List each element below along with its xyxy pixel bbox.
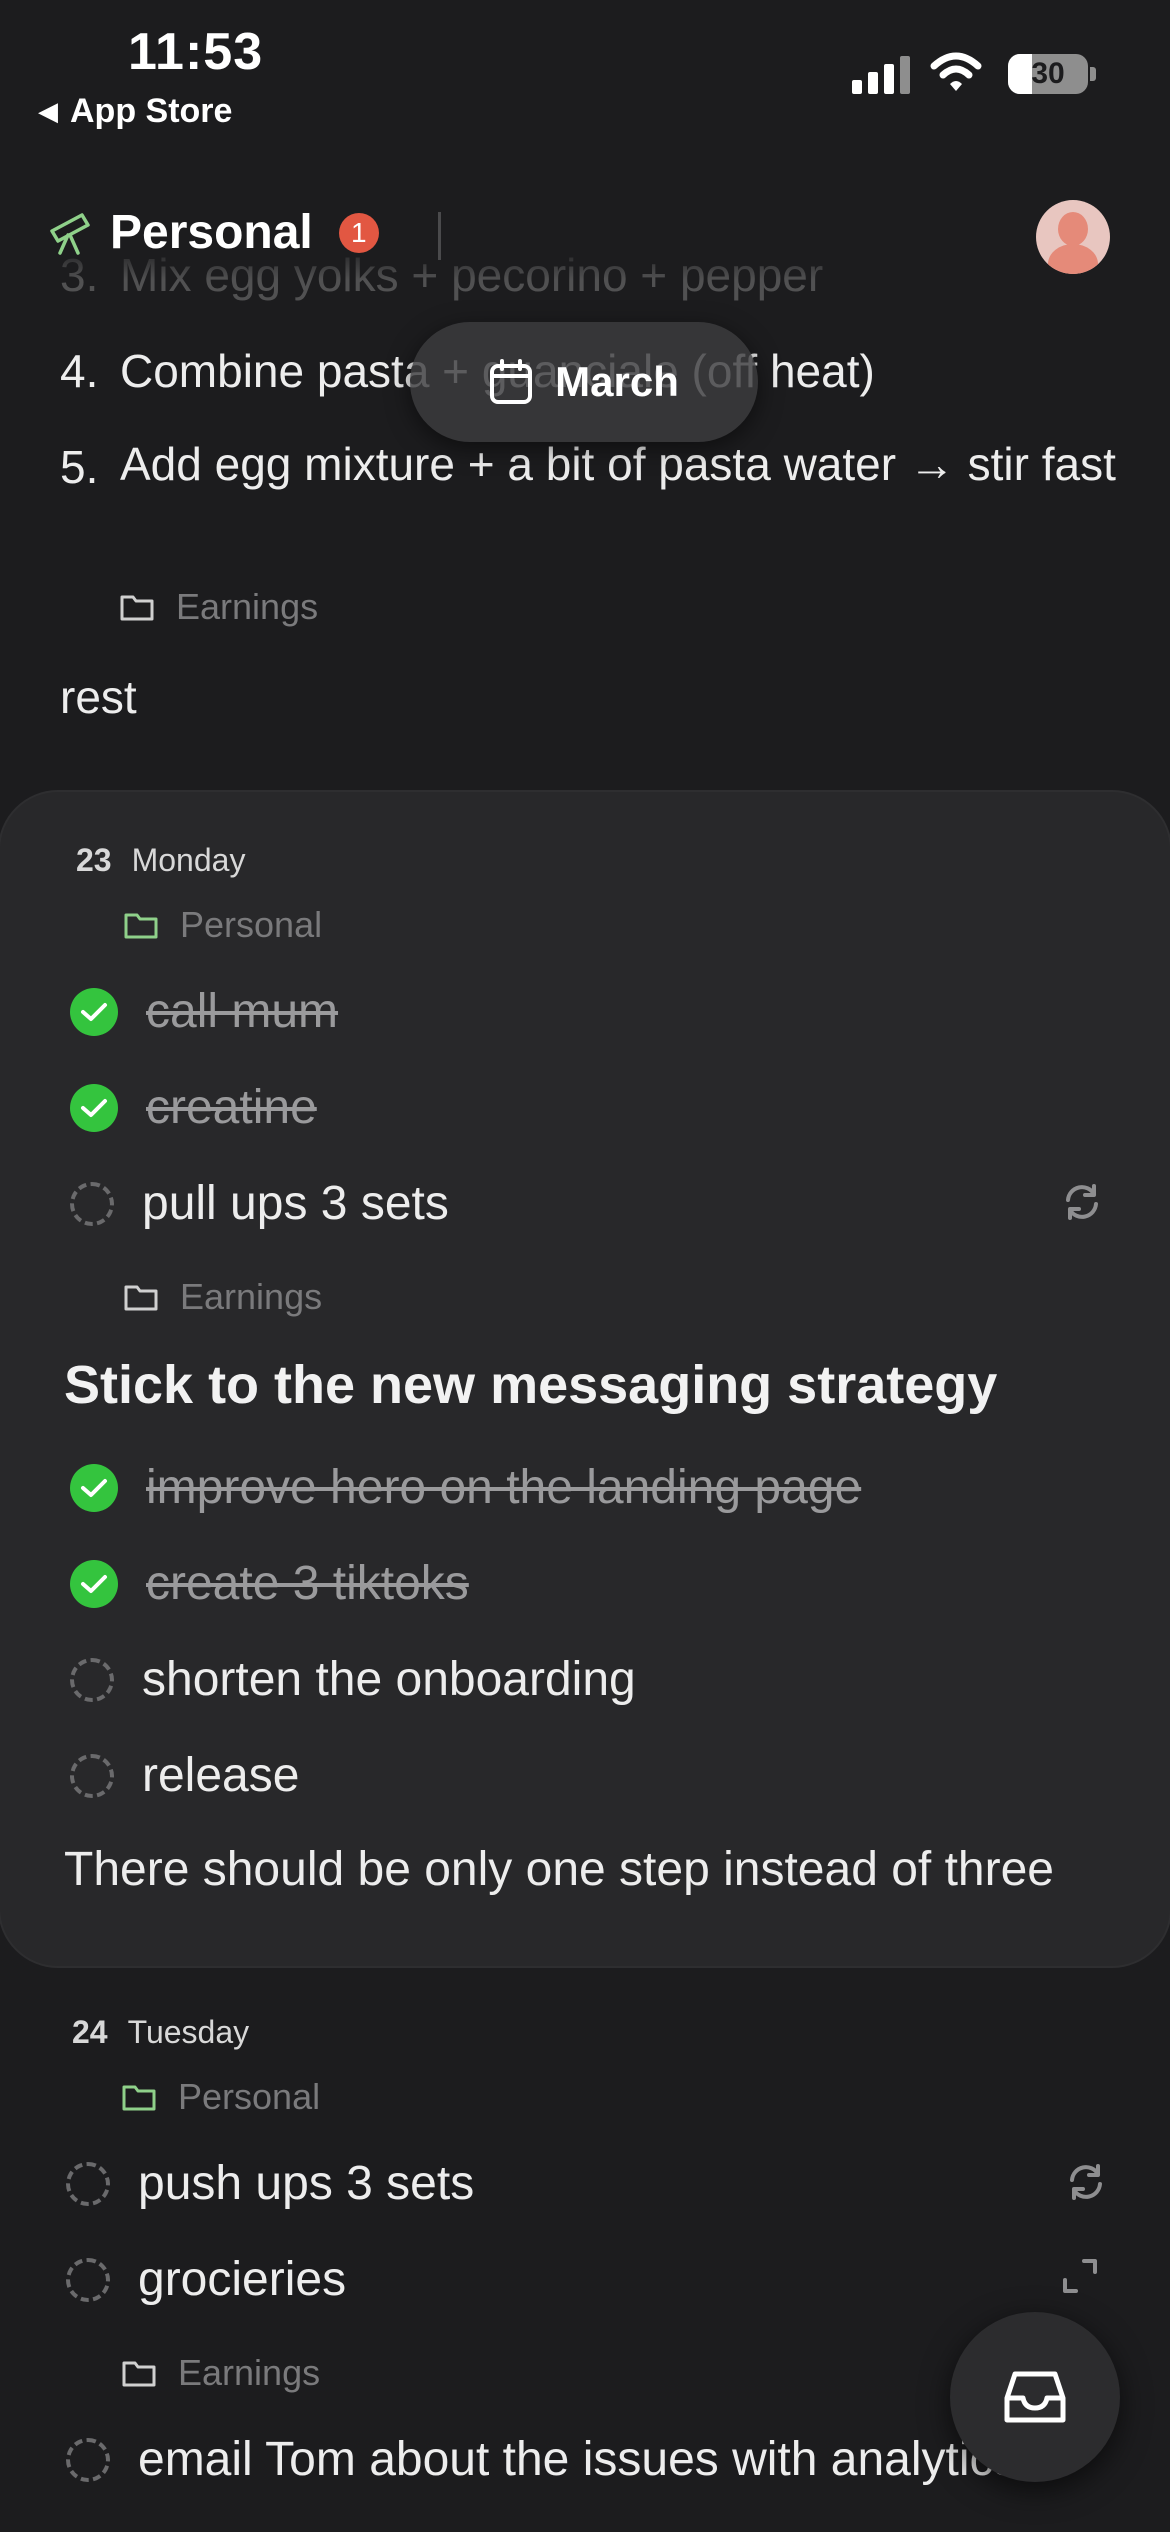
task-row[interactable]: release [70, 1748, 299, 1803]
list-item[interactable]: 5. Add egg mixture + a bit of pasta wate… [60, 440, 1120, 494]
task-row[interactable]: grocieries [66, 2252, 346, 2307]
text-line[interactable]: rest [60, 670, 137, 724]
checkbox-empty[interactable] [66, 2437, 110, 2482]
workspace-title: Personal [110, 206, 313, 259]
folder-label: Earnings [180, 1276, 323, 1317]
check-icon[interactable] [70, 1083, 118, 1132]
task-row[interactable]: push ups 3 sets [66, 2156, 474, 2211]
checkbox-empty[interactable] [66, 2257, 110, 2302]
wifi-icon [930, 52, 982, 91]
task-row[interactable]: call mum [70, 984, 338, 1039]
folder-icon [122, 2361, 156, 2387]
day-header: 23 Monday [76, 842, 245, 879]
task-text: pull ups 3 sets [142, 1177, 449, 1230]
folder-personal[interactable]: Personal [122, 2076, 320, 2118]
checkbox-empty[interactable] [66, 2161, 110, 2206]
task-row[interactable]: improve hero on the landing page [70, 1460, 861, 1515]
day-header: 24 Tuesday [72, 2014, 249, 2051]
folder-label: Earnings [176, 586, 319, 627]
back-triangle-icon: ◀ [38, 96, 58, 126]
repeat-icon[interactable] [1062, 1182, 1102, 1222]
folder-icon [124, 1285, 158, 1311]
avatar[interactable] [1036, 200, 1110, 274]
header-divider [438, 212, 441, 260]
back-to-app-store[interactable]: ◀ App Store [38, 92, 232, 131]
month-label: March [555, 358, 679, 405]
check-icon[interactable] [70, 1463, 118, 1512]
calendar-icon [490, 359, 533, 404]
folder-earnings[interactable]: Earnings [120, 586, 318, 628]
workspace-selector[interactable]: Personal 1 [48, 205, 379, 260]
notification-badge[interactable]: 1 [338, 212, 379, 253]
expand-icon[interactable] [1062, 2258, 1098, 2294]
folder-icon [124, 913, 158, 939]
folder-earnings[interactable]: Earnings [122, 2352, 320, 2394]
battery-icon: 30 [1008, 54, 1088, 94]
task-text: release [142, 1749, 300, 1802]
folder-label: Earnings [178, 2352, 321, 2393]
list-text: Add egg mixture + a bit of pasta water →… [120, 438, 1116, 490]
weekday: Monday [131, 842, 246, 878]
task-text: grocieries [138, 2253, 347, 2306]
task-row[interactable]: shorten the onboarding [70, 1652, 636, 1707]
task-text: improve hero on the landing page [146, 1461, 862, 1514]
task-row[interactable]: creatine [70, 1080, 317, 1135]
inbox-icon [1004, 2371, 1066, 2423]
task-text: push ups 3 sets [138, 2157, 475, 2210]
month-picker-button[interactable]: March [410, 322, 758, 442]
task-text: creatine [146, 1081, 317, 1134]
task-row[interactable]: pull ups 3 sets [70, 1176, 449, 1231]
task-text: create 3 tiktoks [146, 1557, 469, 1610]
task-text: email Tom about the issues with analytic… [138, 2433, 1018, 2486]
checkbox-empty[interactable] [70, 1753, 114, 1798]
telescope-icon [50, 212, 90, 255]
check-icon[interactable] [70, 1559, 118, 1608]
cellular-signal-icon [852, 56, 910, 94]
back-label: App Store [70, 92, 233, 130]
day-number: 23 [76, 842, 112, 878]
battery-tip [1090, 67, 1096, 81]
checkbox-empty[interactable] [70, 1657, 114, 1702]
list-number: 5. [60, 441, 99, 493]
folder-label: Personal [180, 904, 323, 945]
folder-icon [120, 595, 154, 621]
task-text: shorten the onboarding [142, 1653, 636, 1706]
list-number: 4. [60, 345, 99, 397]
task-text: call mum [146, 985, 339, 1038]
goal-heading[interactable]: Stick to the new messaging strategy [64, 1354, 997, 1416]
day-number: 24 [72, 2014, 108, 2050]
checkbox-empty[interactable] [70, 1181, 114, 1226]
task-row[interactable]: create 3 tiktoks [70, 1556, 469, 1611]
folder-personal[interactable]: Personal [124, 904, 322, 946]
note-text[interactable]: There should be only one step instead of… [64, 1842, 1054, 1897]
check-icon[interactable] [70, 987, 118, 1036]
inbox-button[interactable] [950, 2312, 1120, 2482]
repeat-icon[interactable] [1066, 2162, 1106, 2202]
folder-earnings[interactable]: Earnings [124, 1276, 322, 1318]
folder-label: Personal [178, 2076, 321, 2117]
folder-icon [122, 2085, 156, 2111]
battery-level: 30 [1031, 57, 1065, 90]
weekday: Tuesday [127, 2014, 250, 2050]
status-time: 11:53 [128, 23, 264, 81]
